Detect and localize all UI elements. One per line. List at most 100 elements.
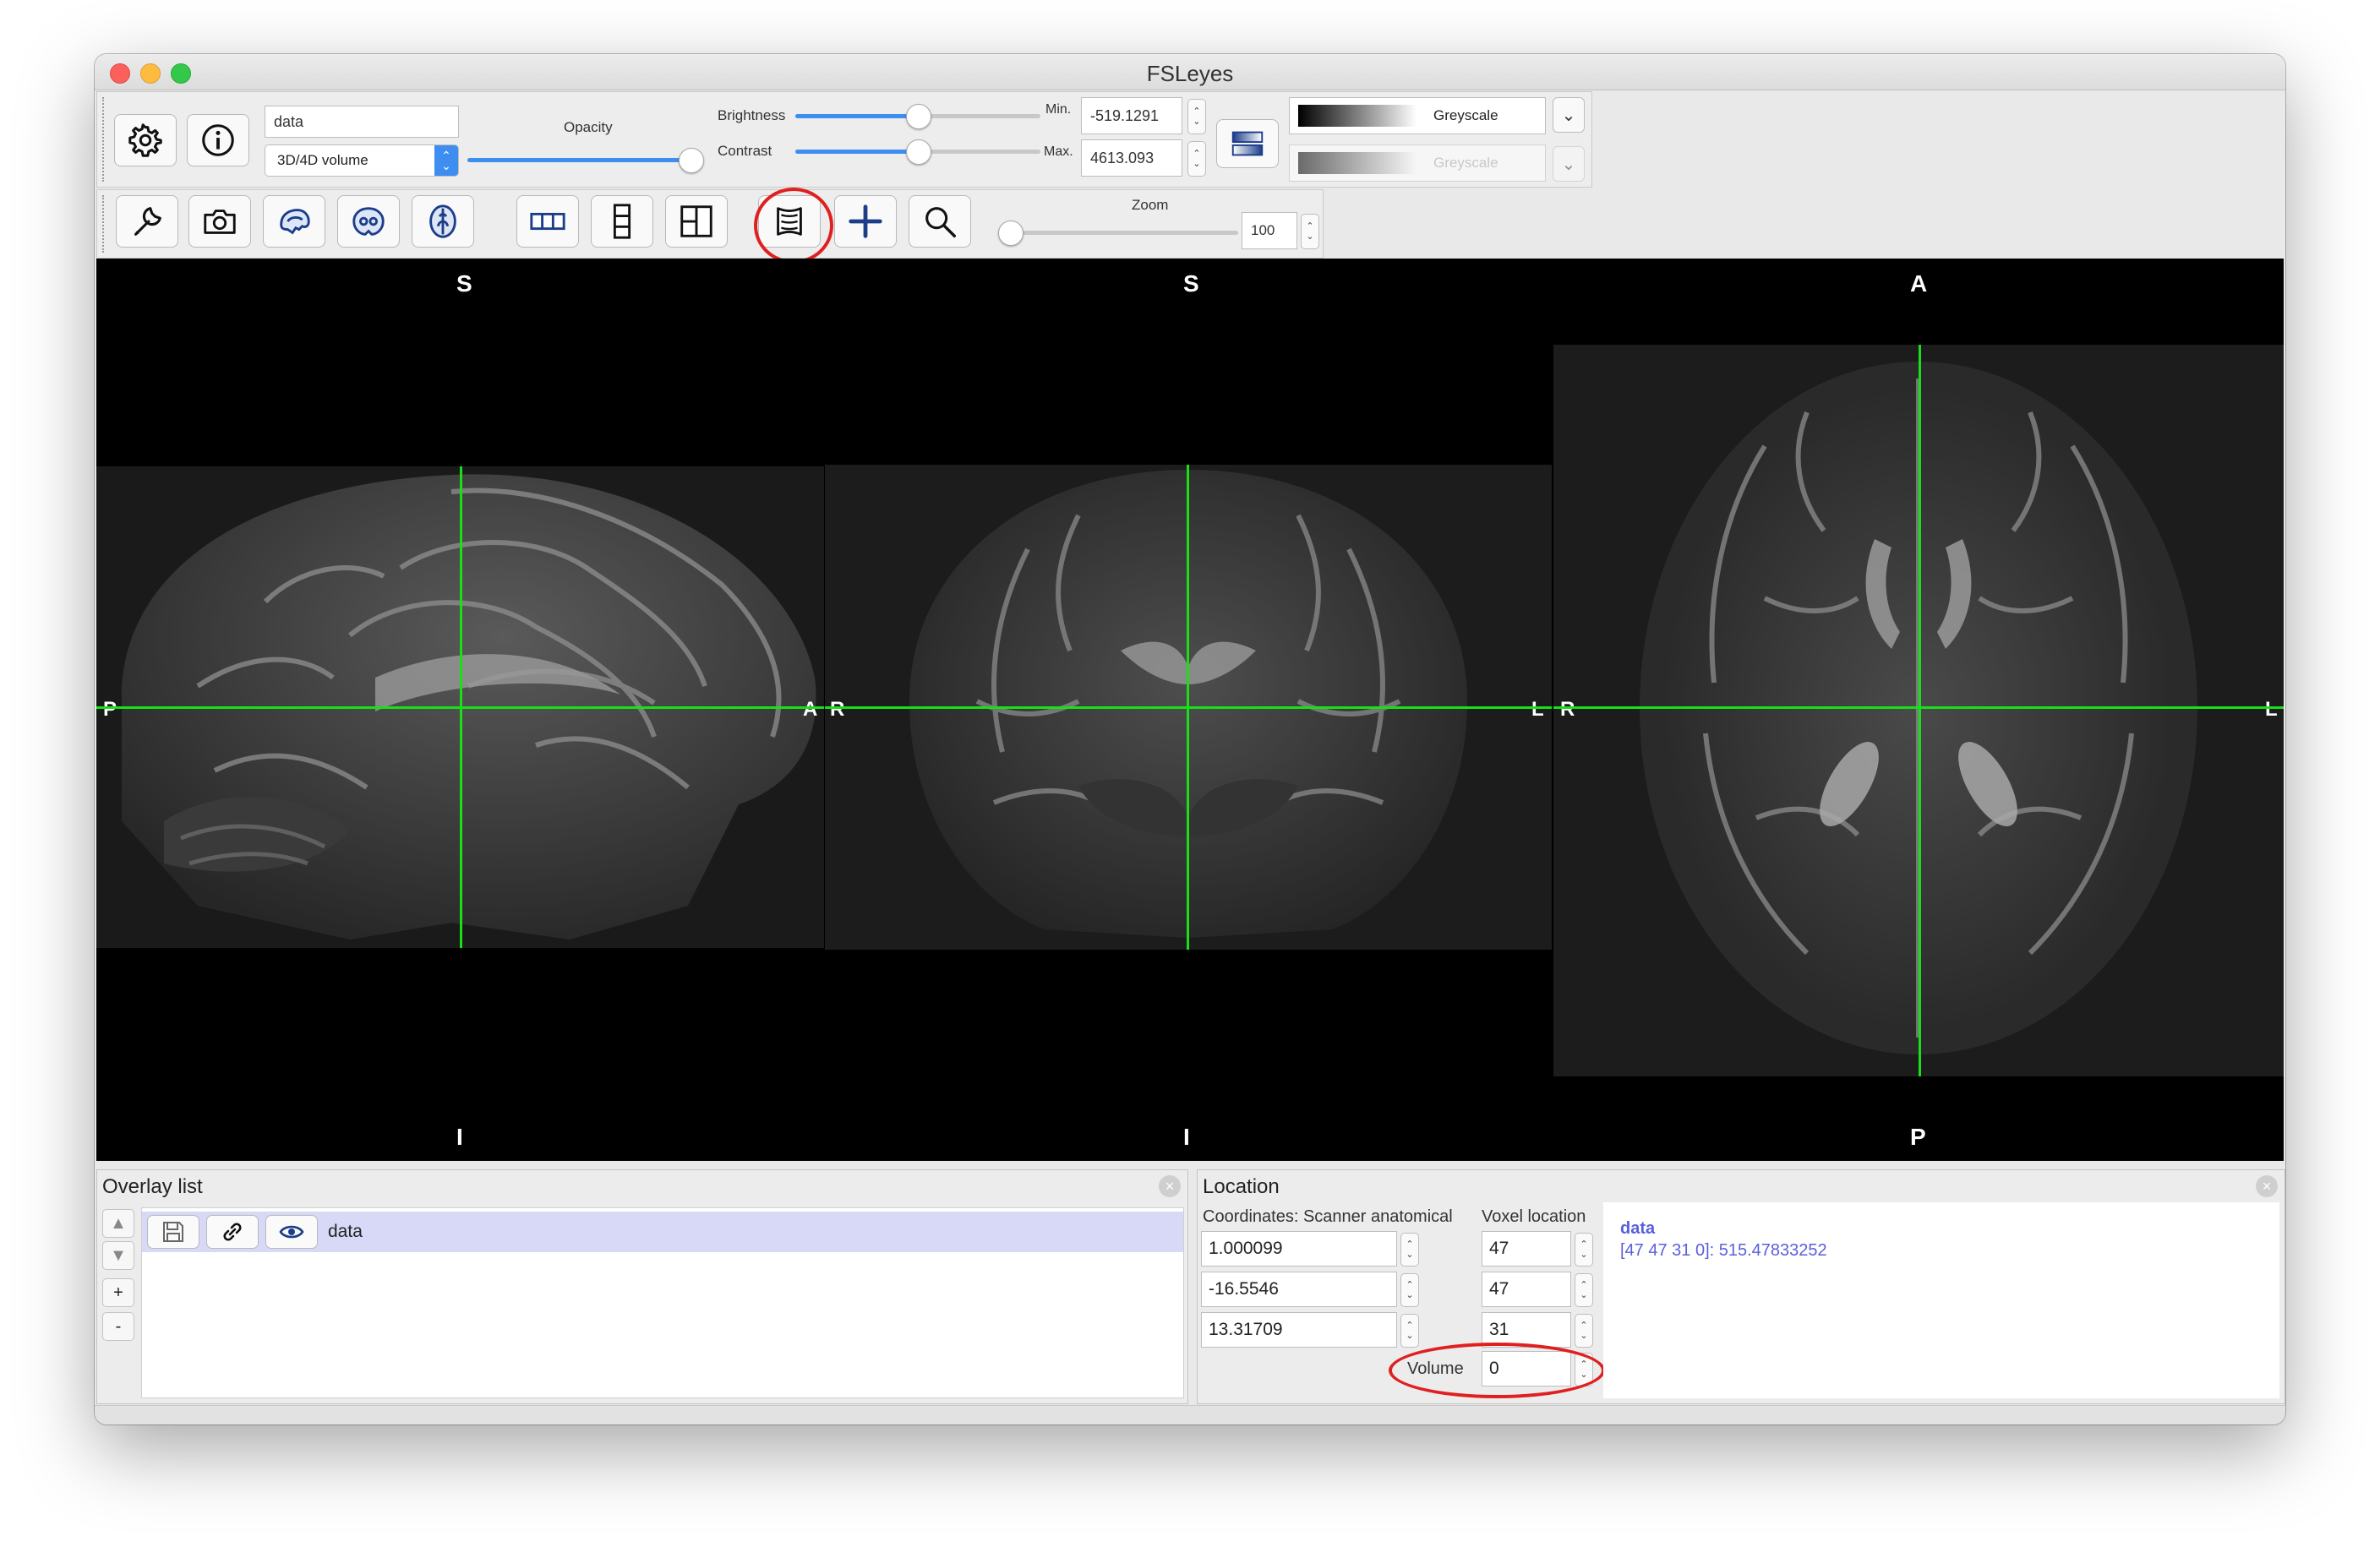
toggle-cursor-button[interactable] bbox=[834, 195, 897, 248]
sagittal-top-label: S bbox=[456, 270, 472, 297]
link-icon bbox=[223, 1223, 242, 1241]
zoom-field[interactable]: 100 bbox=[1242, 212, 1297, 249]
coordinates-header: Coordinates: Scanner anatomical bbox=[1203, 1207, 1453, 1226]
grid-layout-button[interactable] bbox=[665, 195, 728, 248]
colormap-select[interactable]: Greyscale bbox=[1289, 97, 1546, 134]
axial-view[interactable]: A P R L bbox=[1553, 259, 2284, 1161]
sagittal-right-label: A bbox=[803, 698, 818, 721]
highlight-circle-volume bbox=[1389, 1343, 1605, 1398]
negative-colormap-dropdown-button[interactable]: ⌄ bbox=[1553, 146, 1585, 182]
sagittal-bottom-label: I bbox=[456, 1124, 463, 1150]
opacity-slider-fill bbox=[467, 158, 687, 162]
coord-z-stepper[interactable]: ⌃ ⌄ bbox=[1400, 1314, 1419, 1348]
location-close-button[interactable]: × bbox=[2256, 1175, 2278, 1197]
move-down-button[interactable]: ▼ bbox=[102, 1241, 134, 1270]
brightness-slider[interactable] bbox=[795, 104, 1040, 129]
toggle-visibility-button[interactable] bbox=[265, 1215, 318, 1249]
wrench-icon bbox=[134, 207, 161, 236]
info-button[interactable] bbox=[187, 114, 249, 166]
zoom-slider[interactable] bbox=[998, 221, 1238, 246]
coronal-crosshair-vertical bbox=[1187, 465, 1189, 950]
view-settings-button[interactable] bbox=[116, 195, 178, 248]
overlay-display-toolbar: data 3D/4D volume ⌃ ⌄ Opacity Brightness … bbox=[96, 91, 1592, 188]
coord-z-field[interactable]: 13.31709 bbox=[1201, 1312, 1397, 1348]
overlay-list-title: Overlay list bbox=[102, 1175, 203, 1198]
sagittal-crosshair-vertical bbox=[460, 466, 462, 948]
max-label: Max. bbox=[1044, 144, 1073, 159]
arrow-down-icon: ▼ bbox=[110, 1245, 127, 1265]
voxel-z-stepper[interactable]: ⌃ ⌄ bbox=[1575, 1314, 1593, 1348]
invert-range-icon bbox=[1231, 131, 1264, 156]
chevron-down-icon: ⌄ bbox=[1561, 155, 1576, 174]
coord-x-stepper[interactable]: ⌃ ⌄ bbox=[1400, 1233, 1419, 1267]
toggle-coronal-button[interactable] bbox=[337, 195, 400, 248]
negative-colormap-name: Greyscale bbox=[1433, 155, 1498, 171]
min-field[interactable]: -519.1291 bbox=[1081, 97, 1182, 134]
opacity-label: Opacity bbox=[564, 119, 613, 135]
negative-colormap-gradient bbox=[1298, 152, 1417, 174]
invert-colormap-button[interactable] bbox=[1216, 119, 1279, 168]
axial-right-label: L bbox=[2265, 698, 2278, 721]
zoom-slider-knob[interactable] bbox=[998, 221, 1024, 246]
max-stepper[interactable]: ⌃ ⌄ bbox=[1187, 141, 1206, 177]
overlay-type-select[interactable]: 3D/4D volume ⌃ ⌄ bbox=[265, 144, 459, 177]
settings-button[interactable] bbox=[114, 114, 177, 166]
location-panel: Location × Coordinates: Scanner anatomic… bbox=[1197, 1169, 2285, 1404]
contrast-slider[interactable] bbox=[795, 139, 1040, 165]
brightness-label: Brightness bbox=[718, 107, 786, 123]
colormap-dropdown-button[interactable]: ⌄ bbox=[1553, 97, 1585, 133]
toolbar-grip[interactable] bbox=[102, 195, 107, 253]
toggle-axial-button[interactable] bbox=[412, 195, 474, 248]
zoom-icon bbox=[925, 207, 956, 237]
opacity-slider[interactable] bbox=[467, 148, 704, 173]
voxel-y-stepper[interactable]: ⌃ ⌄ bbox=[1575, 1273, 1593, 1307]
brightness-slider-fill bbox=[795, 114, 918, 118]
toggle-sagittal-button[interactable] bbox=[263, 195, 325, 248]
voxel-x-field[interactable]: 47 bbox=[1482, 1231, 1571, 1267]
vertical-layout-icon bbox=[613, 204, 631, 239]
eye-icon bbox=[279, 1225, 304, 1239]
screenshot-button[interactable] bbox=[188, 195, 251, 248]
voxel-x-stepper[interactable]: ⌃ ⌄ bbox=[1575, 1233, 1593, 1267]
axial-icon bbox=[429, 204, 456, 238]
fsleyes-window: FSLeyes data 3D/4D volume ⌃ ⌄ Opacity Bri… bbox=[95, 54, 2285, 1425]
save-overlay-button[interactable] bbox=[147, 1215, 199, 1249]
move-up-button[interactable]: ▲ bbox=[102, 1209, 134, 1238]
horizontal-layout-button[interactable] bbox=[516, 195, 579, 248]
coord-x-field[interactable]: 1.000099 bbox=[1201, 1231, 1397, 1267]
location-title: Location bbox=[1203, 1175, 1280, 1198]
coronal-view[interactable]: S I R L bbox=[825, 259, 1552, 1161]
voxel-y-field[interactable]: 47 bbox=[1482, 1272, 1571, 1307]
max-field[interactable]: 4613.093 bbox=[1081, 139, 1182, 177]
axial-bottom-label: P bbox=[1910, 1124, 1926, 1150]
overlay-type-value: 3D/4D volume bbox=[277, 152, 368, 168]
zoom-label: Zoom bbox=[1132, 197, 1169, 213]
zoom-stepper[interactable]: ⌃ ⌄ bbox=[1301, 214, 1319, 249]
coord-y-field[interactable]: -16.5546 bbox=[1201, 1272, 1397, 1307]
ortho-canvas[interactable]: S I P A S I R L A P R L bbox=[96, 259, 2284, 1161]
overlay-list-close-button[interactable]: × bbox=[1159, 1175, 1181, 1197]
coronal-top-label: S bbox=[1183, 270, 1199, 297]
min-stepper[interactable]: ⌃ ⌄ bbox=[1187, 99, 1206, 134]
remove-overlay-button[interactable]: - bbox=[102, 1312, 134, 1341]
zoom-tool-button[interactable] bbox=[909, 195, 971, 248]
camera-icon bbox=[204, 210, 236, 234]
overlay-name-field[interactable]: data bbox=[265, 106, 459, 138]
coord-y-stepper[interactable]: ⌃ ⌄ bbox=[1400, 1273, 1419, 1307]
opacity-slider-knob[interactable] bbox=[679, 148, 704, 173]
save-icon bbox=[163, 1222, 183, 1242]
window-title: FSLeyes bbox=[1146, 61, 1234, 86]
negative-colormap-select[interactable]: Greyscale bbox=[1289, 144, 1546, 182]
chevron-down-icon: ⌄ bbox=[1561, 106, 1576, 125]
title-bar: FSLeyes bbox=[95, 54, 2285, 90]
brightness-slider-knob[interactable] bbox=[906, 104, 931, 129]
link-overlay-button[interactable] bbox=[206, 1215, 259, 1249]
overlay-listbox[interactable]: data bbox=[141, 1207, 1184, 1398]
vertical-layout-button[interactable] bbox=[591, 195, 653, 248]
sagittal-view[interactable]: S I P A bbox=[96, 259, 824, 1161]
coronal-right-label: L bbox=[1531, 698, 1544, 721]
contrast-slider-knob[interactable] bbox=[906, 139, 931, 165]
list-item[interactable]: data bbox=[142, 1212, 1183, 1252]
add-overlay-button[interactable]: + bbox=[102, 1278, 134, 1307]
toolbar-grip[interactable] bbox=[102, 97, 107, 182]
